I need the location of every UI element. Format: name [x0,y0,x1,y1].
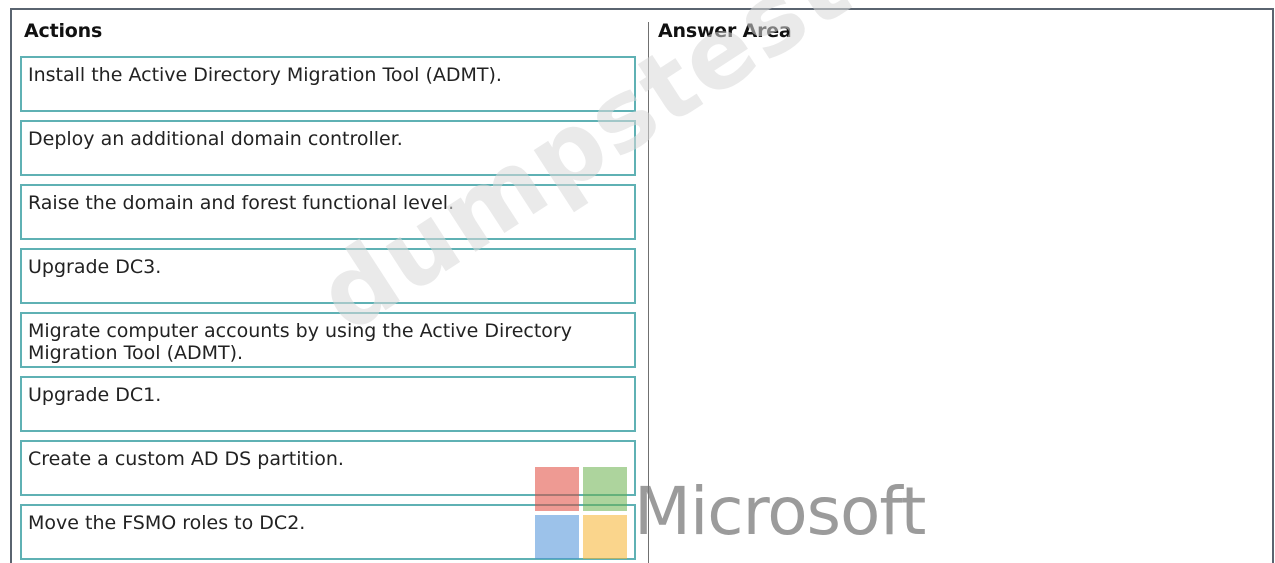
microsoft-logo-icon [535,467,627,563]
action-item-raise-functional-level[interactable]: Raise the domain and forest functional l… [20,184,636,240]
action-item-deploy-dc[interactable]: Deploy an additional domain controller. [20,120,636,176]
action-item-install-admt[interactable]: Install the Active Directory Migration T… [20,56,636,112]
action-item-upgrade-dc1[interactable]: Upgrade DC1. [20,376,636,432]
action-item-migrate-computer-accounts[interactable]: Migrate computer accounts by using the A… [20,312,636,368]
actions-heading: Actions [24,20,103,42]
microsoft-wordmark: Microsoft [634,473,926,550]
action-item-upgrade-dc3[interactable]: Upgrade DC3. [20,248,636,304]
answer-area-heading: Answer Area [658,20,792,42]
